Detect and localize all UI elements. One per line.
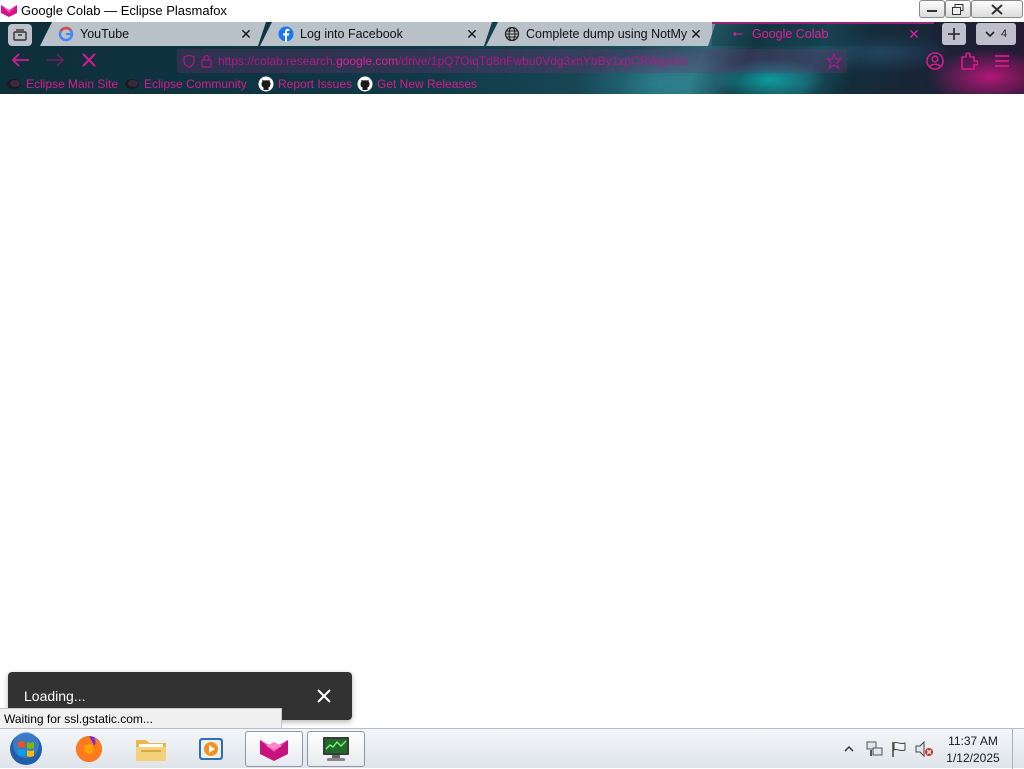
firefox-icon [76,736,102,762]
restore-icon [952,3,964,15]
window-titlebar[interactable]: Google Colab — Eclipse Plasmafox [0,0,1024,22]
url-host: google.com [336,54,399,68]
github-icon [258,76,274,92]
stop-loading-button[interactable] [78,51,100,69]
plasmafox-icon [260,740,288,761]
show-hidden-icons-icon[interactable] [843,743,855,755]
close-icon [991,3,1003,15]
taskbar-file-explorer[interactable] [122,731,180,767]
clock-time[interactable]: 11:37 AM [942,734,1004,748]
bookmark-eclipse-community[interactable]: Eclipse Community [124,76,247,92]
status-text: Waiting for ssl.gstatic.com... [0,708,282,728]
loading-text: Loading... [24,688,86,704]
plasmafox-logo-icon [1,5,17,17]
taskbar-firefox[interactable] [60,731,118,767]
taskbar-plasmafox[interactable] [245,731,303,767]
clock-date[interactable]: 1/12/2025 [942,751,1004,765]
globe-icon [504,26,520,42]
tab-label: YouTube [80,27,130,41]
restore-button[interactable] [945,0,971,18]
web-page-content[interactable] [0,94,1024,727]
forward-button[interactable] [44,51,66,69]
chevron-down-icon [985,30,995,37]
hamburger-menu-icon[interactable] [993,52,1011,70]
minimize-icon [927,10,937,12]
close-tab-icon[interactable]: ✕ [906,26,922,42]
shield-icon [183,54,195,68]
arrow-left-icon [12,53,29,67]
close-icon [317,689,331,703]
firefox-view-button[interactable] [8,24,32,46]
media-player-icon [199,738,223,760]
dismiss-toast-button[interactable] [314,686,334,706]
plus-icon [948,28,960,40]
close-window-button[interactable] [971,0,1023,18]
lock-icon [201,54,212,68]
eclipse-icon [125,79,139,89]
bookmark-eclipse-main-site[interactable]: Eclipse Main Site [6,76,118,92]
window-title: Google Colab — Eclipse Plasmafox [21,3,227,18]
taskbar-media-player[interactable] [182,731,240,767]
show-desktop-button[interactable] [1012,729,1024,769]
tab-complete-dump[interactable]: Complete dump using NotMyF ✕ [486,22,716,46]
url-prefix: https://colab.research. [218,54,337,68]
list-all-tabs-button[interactable]: 4 [976,23,1016,45]
firefox-view-icon [13,29,27,41]
address-bar[interactable]: https://colab.research.google.com/drive/… [177,49,847,73]
bookmark-report-issues[interactable]: Report Issues [258,76,352,92]
minimize-button[interactable] [919,0,945,18]
url-path: /drive/1pQ7OiqTd8nFwbu0Vdg3xnYbBy1xpCRWg… [398,54,689,68]
arrow-right-icon [47,53,64,67]
monitor-icon [323,737,349,761]
github-icon [357,76,373,92]
tab-count: 4 [1000,28,1008,40]
stop-x-icon [82,53,96,67]
windows-taskbar: 11:37 AM 1/12/2025 [0,728,1024,769]
loading-icon [733,32,743,36]
taskbar-system-monitor[interactable] [307,731,365,767]
bookmark-label: Eclipse Community [144,77,247,91]
eclipse-icon [7,79,21,89]
tab-google-colab[interactable]: Google Colab ✕ [712,22,934,46]
action-center-flag-icon[interactable] [890,740,908,758]
back-button[interactable] [10,51,32,69]
close-tab-icon[interactable]: ✕ [238,26,254,42]
tab-youtube[interactable]: YouTube ✕ [40,22,266,46]
network-icon[interactable] [866,740,884,758]
tab-label: Complete dump using NotMyF [526,27,688,41]
account-icon[interactable] [926,52,944,70]
folder-icon [136,740,166,761]
extensions-puzzle-icon[interactable] [960,52,978,70]
bookmark-label: Eclipse Main Site [26,77,119,91]
tab-label: Google Colab [752,27,829,41]
windows-start-orb-icon [10,732,42,765]
close-tab-icon[interactable]: ✕ [688,26,704,42]
bookmark-get-new-releases[interactable]: Get New Releases [357,76,477,92]
tab-facebook[interactable]: Log into Facebook ✕ [260,22,492,46]
start-button[interactable] [6,731,46,767]
url-text: https://colab.research.google.com/drive/… [218,54,818,68]
bookmark-label: Report Issues [278,77,353,91]
tab-label: Log into Facebook [300,27,403,41]
close-tab-icon[interactable]: ✕ [464,26,480,42]
volume-muted-icon[interactable] [914,740,934,758]
browser-chrome: YouTube ✕ Log into Facebook ✕ Complete d… [0,22,1024,94]
new-tab-button[interactable] [942,23,966,45]
google-icon [58,26,74,42]
bookmark-star-icon[interactable] [826,53,842,69]
facebook-icon [278,26,294,42]
bookmark-label: Get New Releases [377,77,478,91]
